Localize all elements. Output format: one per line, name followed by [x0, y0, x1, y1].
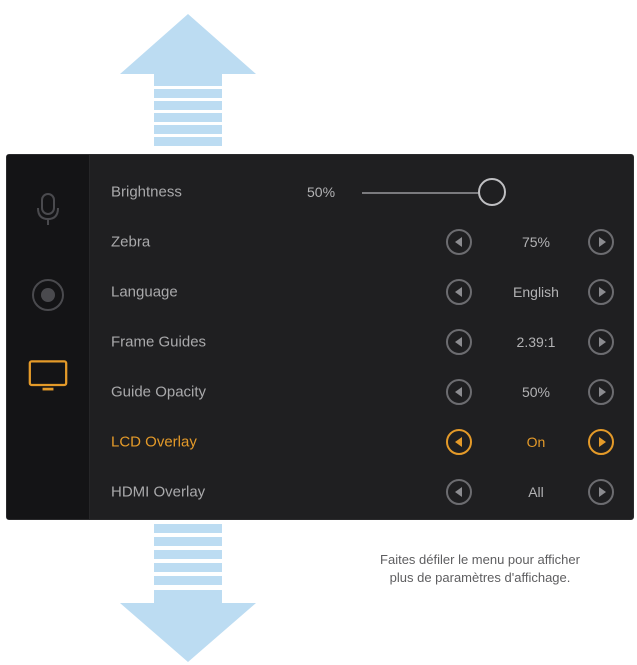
language-row: Language English	[89, 267, 633, 317]
lcd-overlay-label: LCD Overlay	[111, 433, 197, 451]
zebra-row: Zebra 75%	[89, 217, 633, 267]
arrow-left-icon	[454, 387, 462, 397]
hdmi-overlay-value: All	[528, 484, 544, 500]
lcd-overlay-increase-button[interactable]	[588, 429, 614, 455]
hdmi-overlay-row: HDMI Overlay All	[89, 467, 633, 517]
arrow-left-icon	[454, 337, 462, 347]
arrow-right-icon	[598, 337, 606, 347]
caption-line-2: plus de paramètres d'affichage.	[389, 570, 571, 585]
zebra-value: 75%	[521, 234, 551, 250]
zebra-decrease-button[interactable]	[446, 229, 472, 255]
guide-opacity-increase-button[interactable]	[588, 379, 614, 405]
frame-guides-decrease-button[interactable]	[446, 329, 472, 355]
brightness-slider-track[interactable]	[362, 192, 490, 194]
brightness-value: 50%	[307, 184, 336, 200]
guide-opacity-row: Guide Opacity 50%	[89, 367, 633, 417]
arrow-right-icon	[598, 237, 606, 247]
brightness-row: Brightness 50%	[89, 167, 633, 217]
brightness-slider-knob[interactable]	[478, 178, 506, 206]
language-label: Language	[111, 283, 178, 301]
settings-sidebar	[7, 155, 90, 519]
microphone-icon[interactable]	[28, 189, 68, 229]
frame-guides-label: Frame Guides	[111, 333, 207, 351]
arrow-left-icon	[454, 287, 462, 297]
language-decrease-button[interactable]	[446, 279, 472, 305]
scroll-hint-caption: Faites défiler le menu pour afficher plu…	[340, 551, 620, 587]
record-icon[interactable]	[28, 275, 68, 315]
caption-line-1: Faites défiler le menu pour afficher	[380, 552, 580, 567]
display-settings-panel: Brightness 50% Zebra 75% Language Englis…	[6, 154, 634, 520]
arrow-left-icon	[454, 487, 462, 497]
arrow-right-icon	[598, 287, 606, 297]
hdmi-overlay-label: HDMI Overlay	[111, 483, 206, 501]
lcd-overlay-decrease-button[interactable]	[446, 429, 472, 455]
arrow-left-icon	[454, 237, 462, 247]
arrow-right-icon	[598, 437, 606, 447]
arrow-left-icon	[454, 437, 462, 447]
zebra-increase-button[interactable]	[588, 229, 614, 255]
frame-guides-row: Frame Guides 2.39:1	[89, 317, 633, 367]
zebra-label: Zebra	[111, 233, 151, 251]
frame-guides-increase-button[interactable]	[588, 329, 614, 355]
frame-guides-value: 2.39:1	[516, 334, 556, 350]
brightness-label: Brightness	[111, 183, 182, 201]
hdmi-overlay-decrease-button[interactable]	[446, 479, 472, 505]
guide-opacity-value: 50%	[521, 384, 551, 400]
monitor-icon[interactable]	[28, 355, 68, 395]
guide-opacity-decrease-button[interactable]	[446, 379, 472, 405]
language-increase-button[interactable]	[588, 279, 614, 305]
lcd-overlay-row: LCD Overlay On	[89, 417, 633, 467]
guide-opacity-label: Guide Opacity	[111, 383, 207, 401]
language-value: English	[513, 284, 559, 300]
hdmi-overlay-increase-button[interactable]	[588, 479, 614, 505]
lcd-overlay-value: On	[526, 434, 546, 450]
arrow-right-icon	[598, 487, 606, 497]
arrow-right-icon	[598, 387, 606, 397]
